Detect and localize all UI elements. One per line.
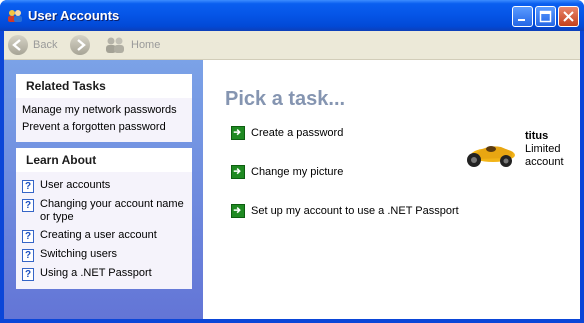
user-accounts-window: User Accounts Back Home Related Tasks Ma… <box>0 0 584 323</box>
help-icon: ? <box>22 199 34 212</box>
learn-about-panel: Learn About ? User accounts ? Changing y… <box>16 148 192 289</box>
maximize-button[interactable] <box>535 6 556 27</box>
learn-about-heading: Learn About <box>16 148 192 172</box>
forward-arrow-icon <box>70 35 90 55</box>
main-area: Pick a task... Create a password Change … <box>203 60 580 319</box>
back-arrow-icon <box>8 35 28 55</box>
home-button[interactable]: Home <box>104 35 160 55</box>
prevent-forgotten-password-link[interactable]: Prevent a forgotten password <box>22 119 186 136</box>
window-bottom-border <box>0 319 584 323</box>
related-tasks-heading: Related Tasks <box>16 74 192 98</box>
task-pane: Related Tasks Manage my network password… <box>4 60 203 319</box>
title-bar[interactable]: User Accounts <box>0 0 584 31</box>
page-title: Pick a task... <box>225 88 346 110</box>
net-passport-task[interactable]: Set up my account to use a .NET Passport <box>231 204 459 218</box>
back-button[interactable]: Back <box>8 35 57 55</box>
minimize-button[interactable] <box>512 6 533 27</box>
help-icon: ? <box>22 249 34 262</box>
account-info: titus Limited account <box>461 130 581 180</box>
help-icon: ? <box>22 268 34 281</box>
green-arrow-icon <box>231 126 245 140</box>
learn-item-net-passport[interactable]: ? Using a .NET Passport <box>22 264 186 283</box>
home-label: Home <box>131 39 161 51</box>
green-arrow-icon <box>231 204 245 218</box>
help-icon: ? <box>22 230 34 243</box>
client-area: Back Home Related Tasks Manage my networ… <box>4 31 580 319</box>
help-icon: ? <box>22 180 34 193</box>
learn-item-changing-account[interactable]: ? Changing your account name or type <box>22 195 186 226</box>
learn-item-user-accounts[interactable]: ? User accounts <box>22 176 186 195</box>
window-title: User Accounts <box>28 8 120 23</box>
back-label: Back <box>33 39 58 51</box>
maximize-icon <box>539 10 552 23</box>
close-button[interactable] <box>558 6 579 27</box>
account-type: Limited account <box>525 143 564 168</box>
related-tasks-panel: Related Tasks Manage my network password… <box>16 74 192 142</box>
minimize-icon <box>518 19 525 21</box>
green-arrow-icon <box>231 165 245 179</box>
forward-button[interactable] <box>70 35 90 55</box>
change-picture-task[interactable]: Change my picture <box>231 165 343 179</box>
learn-item-switching-users[interactable]: ? Switching users <box>22 245 186 264</box>
home-users-icon <box>106 37 124 53</box>
account-name: titus <box>525 130 549 142</box>
race-car-avatar-icon <box>467 146 515 167</box>
manage-network-passwords-link[interactable]: Manage my network passwords <box>22 102 186 119</box>
create-password-task[interactable]: Create a password <box>231 126 343 140</box>
toolbar: Back Home <box>4 31 580 60</box>
learn-item-creating-account[interactable]: ? Creating a user account <box>22 226 186 245</box>
users-app-icon <box>8 10 22 22</box>
close-icon <box>563 11 574 22</box>
